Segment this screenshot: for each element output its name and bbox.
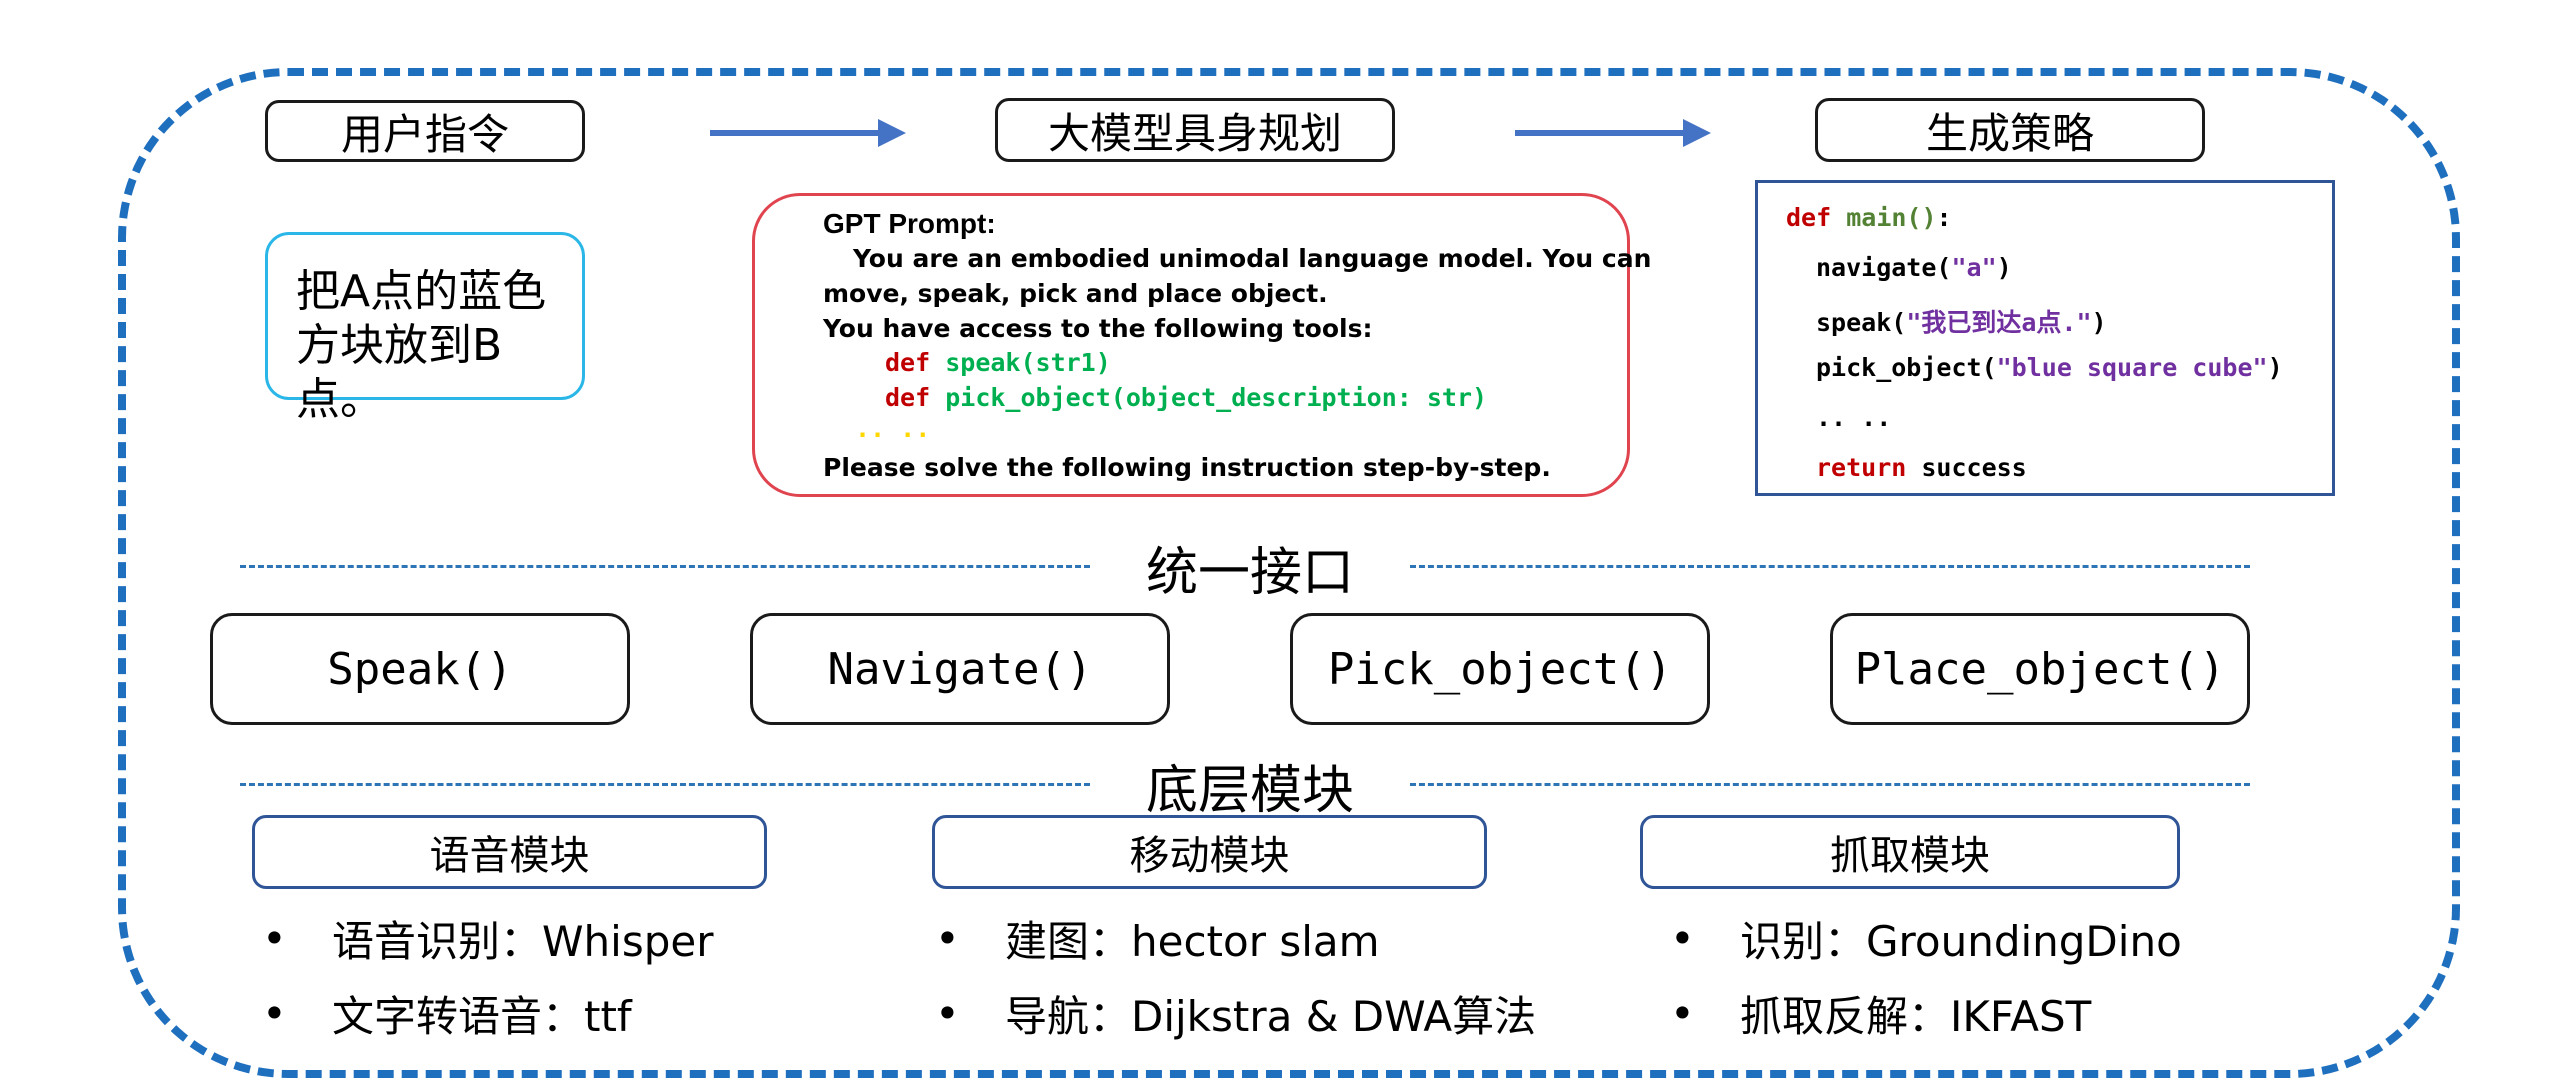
speak-call: speak(	[1816, 308, 1907, 337]
divider-right-interface	[1410, 565, 2250, 568]
pick-object-interface-box: Pick_object()	[1290, 613, 1710, 725]
def-keyword: def	[1786, 203, 1832, 232]
prompt-tool-pick: def pick_object(object_description: str)	[885, 383, 1487, 412]
prompt-ellipsis: .. ..	[855, 414, 931, 443]
paren: )	[1996, 253, 2012, 282]
navigate-interface-box: Navigate()	[750, 613, 1170, 725]
navigate-call: navigate(	[1816, 253, 1952, 282]
motion-item-text: 导航：Dijkstra & DWA算法	[1005, 992, 1537, 1041]
bullet-dot: •	[262, 914, 287, 963]
colon: :	[1936, 203, 1952, 232]
place-object-interface-box: Place_object()	[1830, 613, 2250, 725]
prompt-line3: You have access to the following tools:	[823, 314, 1373, 343]
code-return: return success	[1816, 453, 2027, 482]
bullet-dot: •	[1670, 989, 1695, 1038]
code-speak: speak("我已到达a点.")	[1816, 303, 2107, 339]
pick-call: pick_object(	[1816, 353, 1997, 382]
arrow-right-2	[1515, 119, 1711, 147]
grasp-item-text: 抓取反解：IKFAST	[1740, 992, 2092, 1041]
code-ellipsis: .. ..	[1816, 403, 1892, 432]
llm-planning-header: 大模型具身规划	[995, 98, 1395, 162]
motion-item-2: • 导航：Dijkstra & DWA算法	[935, 983, 1536, 1044]
tool-speak-signature: speak(str1)	[945, 348, 1111, 377]
policy-generation-header: 生成策略	[1815, 98, 2205, 162]
user-instruction-header: 用户指令	[265, 100, 585, 162]
speech-item-1: • 语音识别：Whisper	[262, 908, 713, 969]
bullet-dot: •	[935, 989, 960, 1038]
speak-interface-box: Speak()	[210, 613, 630, 725]
motion-item-1: • 建图：hector slam	[935, 908, 1380, 969]
bullet-dot: •	[1670, 914, 1695, 963]
policy-code-box: def main(): navigate("a") speak("我已到达a点.…	[1755, 180, 2335, 496]
tool-pick-signature: pick_object(object_description: str)	[945, 383, 1488, 412]
modules-title: 底层模块	[1100, 748, 1400, 823]
speech-module-header: 语音模块	[252, 815, 767, 889]
paren: )	[2091, 308, 2107, 337]
grasp-module-header: 抓取模块	[1640, 815, 2180, 889]
grasp-item-text: 识别：GroundingDino	[1740, 917, 2182, 966]
prompt-tool-speak: def speak(str1)	[885, 348, 1111, 377]
prompt-title: GPT Prompt:	[823, 208, 996, 239]
speech-item-text: 语音识别：Whisper	[332, 917, 714, 966]
user-instruction-line2: 方块放到B点。	[296, 320, 503, 425]
user-instruction-box: 把A点的蓝色 方块放到B点。	[265, 232, 585, 425]
navigate-arg: "a"	[1951, 253, 1997, 282]
motion-module-header: 移动模块	[932, 815, 1487, 889]
grasp-item-2: • 抓取反解：IKFAST	[1670, 983, 2091, 1044]
paren: )	[2267, 353, 2283, 382]
bullet-dot: •	[262, 989, 287, 1038]
divider-right-modules	[1410, 783, 2250, 786]
speech-item-text: 文字转语音：ttf	[332, 992, 632, 1041]
user-instruction-line1: 把A点的蓝色	[296, 266, 547, 317]
bullet-dot: •	[935, 914, 960, 963]
prompt-line1: You are an embodied unimodal language mo…	[853, 244, 1652, 273]
main-function: main()	[1846, 203, 1937, 232]
def-keyword: def	[885, 348, 931, 377]
speech-item-2: • 文字转语音：ttf	[262, 983, 632, 1044]
prompt-line2: move, speak, pick and place object.	[823, 279, 1328, 308]
grasp-item-1: • 识别：GroundingDino	[1670, 908, 2182, 969]
unified-interface-title: 统一接口	[1100, 530, 1400, 605]
arrow-right-1	[710, 119, 906, 147]
code-navigate: navigate("a")	[1816, 253, 2012, 282]
def-keyword: def	[885, 383, 931, 412]
code-def-main: def main():	[1786, 203, 1952, 232]
return-value: success	[1921, 453, 2027, 482]
code-pick: pick_object("blue square cube")	[1816, 353, 2283, 382]
divider-left-interface	[240, 565, 1090, 568]
divider-left-modules	[240, 783, 1090, 786]
speak-arg: "我已到达a点."	[1906, 308, 2092, 337]
motion-item-text: 建图：hector slam	[1005, 917, 1380, 966]
return-keyword: return	[1816, 453, 1907, 482]
prompt-line4: Please solve the following instruction s…	[823, 453, 1551, 482]
pick-arg: "blue square cube"	[1996, 353, 2268, 382]
gpt-prompt-box: GPT Prompt: You are an embodied unimodal…	[752, 193, 1651, 497]
